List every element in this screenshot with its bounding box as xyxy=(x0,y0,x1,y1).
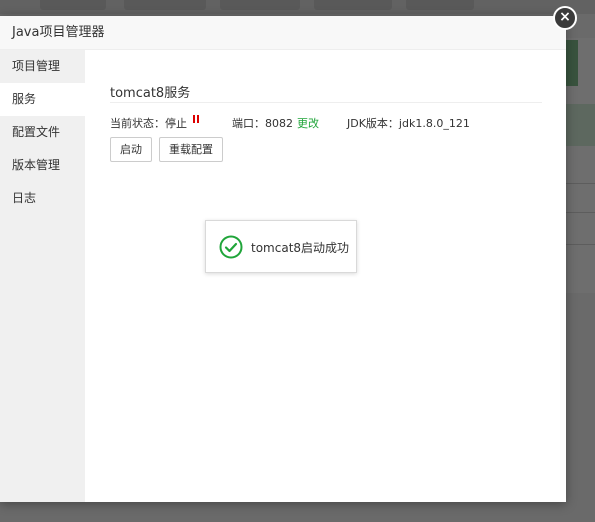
status-label: 当前状态：停止 xyxy=(110,117,187,130)
port-group: 端口：8082 更改 xyxy=(232,115,319,131)
check-circle-icon xyxy=(219,235,243,259)
dialog-sidebar: 项目管理 服务 配置文件 版本管理 日志 xyxy=(0,50,85,502)
sidebar-item-service[interactable]: 服务 xyxy=(0,83,85,116)
dialog-title: Java项目管理器 xyxy=(0,16,566,50)
service-title: tomcat8服务 xyxy=(110,82,542,103)
status-group: 当前状态：停止 xyxy=(110,115,199,131)
stop-icon xyxy=(193,115,199,123)
start-button[interactable]: 启动 xyxy=(110,137,152,162)
sidebar-item-version-management[interactable]: 版本管理 xyxy=(0,149,85,182)
sidebar-item-log[interactable]: 日志 xyxy=(0,182,85,215)
service-status-row: 当前状态：停止 端口：8082 更改 JDK版本：jdk1.8.0_121 xyxy=(110,115,542,131)
close-icon[interactable]: × xyxy=(553,6,577,30)
jdk-version-label: JDK版本：jdk1.8.0_121 xyxy=(347,117,470,130)
reload-config-button[interactable]: 重载配置 xyxy=(159,137,223,162)
success-toast: tomcat8启动成功 xyxy=(205,220,357,273)
sidebar-item-project-management[interactable]: 项目管理 xyxy=(0,50,85,83)
service-panel: tomcat8服务 当前状态：停止 端口：8082 更改 JDK版本：jdk1.8… xyxy=(110,50,542,502)
service-actions: 启动 重载配置 xyxy=(110,137,542,163)
change-port-link[interactable]: 更改 xyxy=(297,117,319,130)
port-label: 端口：8082 xyxy=(232,117,293,130)
toast-message: tomcat8启动成功 xyxy=(251,241,350,255)
sidebar-item-config-file[interactable]: 配置文件 xyxy=(0,116,85,149)
